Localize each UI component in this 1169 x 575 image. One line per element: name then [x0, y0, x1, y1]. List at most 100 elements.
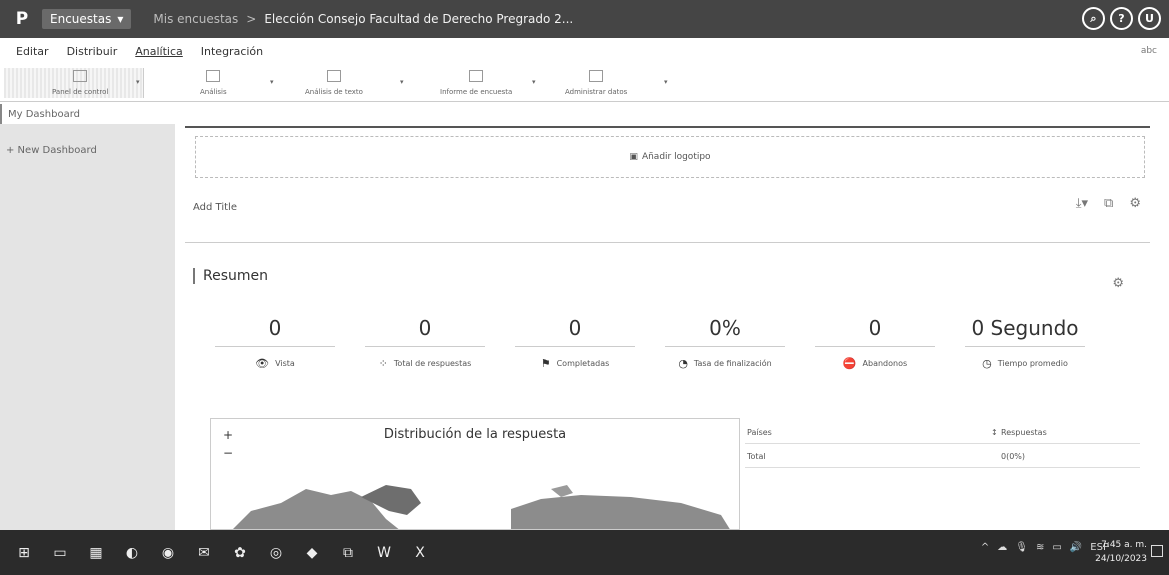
sort-icon[interactable]: ↕ [991, 428, 998, 437]
line-chart-icon [206, 70, 221, 82]
section-divider [185, 242, 1150, 243]
windows-start-icon[interactable]: ⊞ [14, 543, 34, 563]
col-responses-header[interactable]: Respuestas [1001, 428, 1047, 437]
user-avatar-icon[interactable]: U [1138, 7, 1161, 30]
notification-icon[interactable] [1151, 545, 1163, 557]
flag-icon: ⚑ [540, 357, 551, 370]
stat-views: 0 👁 Vista [200, 316, 350, 376]
add-logo-area[interactable]: ▣ Añadir logotipo [195, 136, 1145, 178]
taskbar-clock[interactable]: 7:45 a. m. 24/10/2023 [1095, 538, 1147, 566]
excel-icon[interactable]: X [410, 543, 430, 563]
search-icon[interactable]: ⌕ [1082, 7, 1105, 30]
stat-underline [215, 346, 335, 347]
tab-analitica[interactable]: Analítica [135, 45, 183, 58]
stat-completed: 0 ⚑ Completadas [500, 316, 650, 376]
stat-completion-rate: 0% ◔ Tasa de finalización [650, 316, 800, 376]
clock-date: 24/10/2023 [1095, 554, 1147, 564]
gauge-icon: ◔ [678, 357, 688, 370]
chevron-down-icon[interactable]: ▾ [136, 78, 140, 86]
help-icon[interactable]: ? [1110, 7, 1133, 30]
stat-value: 0 [868, 316, 882, 340]
chevron-down-icon[interactable]: ▾ [664, 78, 668, 86]
breadcrumb-root[interactable]: Mis encuestas [153, 12, 238, 26]
chevron-down-icon[interactable]: ▾ [270, 78, 274, 86]
chevron-down-icon[interactable]: ▾ [400, 78, 404, 86]
toolbar-manage-data-label: Administrar datos [565, 88, 628, 96]
toolbar-dashboard-label: Panel de control [52, 88, 109, 96]
stat-value: 0 [418, 316, 432, 340]
stat-value: 0% [709, 316, 741, 340]
table-header-row: Países ↕ Respuestas [745, 422, 1140, 444]
battery-icon[interactable]: ▭ [1052, 542, 1061, 553]
top-bar: P Encuestas ▾ Mis encuestas > Elección C… [0, 0, 1169, 38]
app-menu-label: Encuestas [50, 12, 112, 26]
word-icon[interactable]: W [374, 543, 394, 563]
stat-label: Total de respuestas [393, 359, 472, 368]
toolbar-report-button[interactable]: Informe de encuesta [440, 70, 512, 96]
image-icon: ▣ [629, 152, 638, 162]
dashboard-sidebar: My Dashboard + New Dashboard [0, 104, 175, 530]
app-icon[interactable]: ◎ [266, 543, 286, 563]
add-title-field[interactable]: Add Title [193, 202, 237, 213]
tab-distribuir[interactable]: Distribuir [67, 45, 118, 58]
toolbar-manage-data-button[interactable]: Administrar datos [565, 70, 627, 96]
world-map[interactable] [211, 419, 740, 530]
toolbar-report-label: Informe de encuesta [440, 88, 513, 96]
share-icon[interactable]: ⧉ [1104, 196, 1113, 211]
total-label: Total [747, 452, 766, 461]
sidebar-item-my-dashboard[interactable]: My Dashboard [0, 104, 175, 124]
add-logo-label: Añadir logotipo [641, 152, 711, 162]
chevron-up-icon[interactable]: ^ [981, 542, 989, 553]
toolbar-text-analysis-button[interactable]: Análisis de texto [305, 70, 363, 96]
gear-icon[interactable]: ⚙ [1112, 276, 1124, 291]
toolbar-dashboard-button[interactable]: Panel de control [52, 70, 108, 96]
breadcrumb-separator: > [246, 12, 257, 26]
teams-icon[interactable]: ⧉ [338, 543, 358, 563]
report-icon [469, 70, 484, 82]
chrome-icon[interactable]: ◉ [158, 543, 178, 563]
download-icon[interactable]: ⤓▾ [1076, 196, 1088, 211]
stop-icon: ⛔ [842, 357, 857, 370]
cloud-icon[interactable]: ☁ [997, 542, 1007, 553]
text-analysis-icon [326, 70, 341, 82]
task-view-icon[interactable]: ▭ [50, 543, 70, 563]
app-logo[interactable]: P [8, 5, 36, 33]
tab-editar[interactable]: Editar [16, 45, 49, 58]
speaker-icon[interactable]: 🔊 [1070, 542, 1082, 553]
toolbar-analisis-label: Análisis [200, 88, 227, 96]
stat-total-responses: 0 ⁘ Total de respuestas [350, 316, 500, 376]
chevron-down-icon: ▾ [117, 12, 124, 26]
outlook-icon[interactable]: ✉ [194, 543, 214, 563]
app-icon[interactable]: ◆ [302, 543, 322, 563]
summary-stats: 0 👁 Vista 0 ⁘ Total de respuestas 0 ⚑ Compl… [200, 316, 1105, 376]
table-row: Total 0(0%) [745, 446, 1140, 468]
sidebar-item-new-dashboard[interactable]: + New Dashboard [0, 140, 175, 160]
stat-underline [665, 346, 785, 347]
stat-label: Vista [275, 359, 295, 368]
survey-title: Elección Consejo Facultad de Derecho Pre… [264, 12, 574, 26]
stat-underline [965, 346, 1085, 347]
wifi-icon[interactable]: ≋ [1036, 542, 1044, 553]
app-menu-button[interactable]: Encuestas ▾ [42, 9, 132, 29]
app-icon[interactable]: ✿ [230, 543, 250, 563]
dashboard-main: ▣ Añadir logotipo Add Title ⤓▾ ⧉ ⚙ Resum… [175, 104, 1169, 530]
toolbar-analisis-button[interactable]: Análisis [200, 70, 227, 96]
microphone-icon[interactable]: 🎙 [1015, 542, 1028, 553]
toolbar-text-analysis-label: Análisis de texto [305, 88, 363, 96]
edge-browser-icon[interactable]: ◐ [122, 543, 142, 563]
stat-underline [365, 346, 485, 347]
tab-integracion[interactable]: Integración [201, 45, 263, 58]
response-map-panel: + − Distribución de la respuesta [210, 418, 740, 530]
stat-label: Tiempo promedio [997, 359, 1068, 368]
windows-taskbar: ⊞ ▭ ▦ ◐ ◉ ✉ ✿ ◎ ◆ ⧉ W X ^ ☁ 🎙 ≋ ▭ 🔊 ESP … [0, 530, 1169, 575]
chevron-down-icon[interactable]: ▾ [532, 78, 536, 86]
stat-label: Abandonos [862, 359, 908, 368]
gear-icon[interactable]: ⚙ [1129, 196, 1141, 211]
file-explorer-icon[interactable]: ▦ [86, 543, 106, 563]
col-countries-header[interactable]: Países [747, 428, 772, 437]
stat-underline [515, 346, 635, 347]
header-divider [185, 126, 1150, 128]
main-tabs: Editar Distribuir Analítica Integración … [0, 40, 1169, 62]
stat-average-time: 0 Segundo ◷ Tiempo promedio [950, 316, 1100, 376]
system-tray: ^ ☁ 🎙 ≋ ▭ 🔊 ESP [981, 542, 1109, 553]
